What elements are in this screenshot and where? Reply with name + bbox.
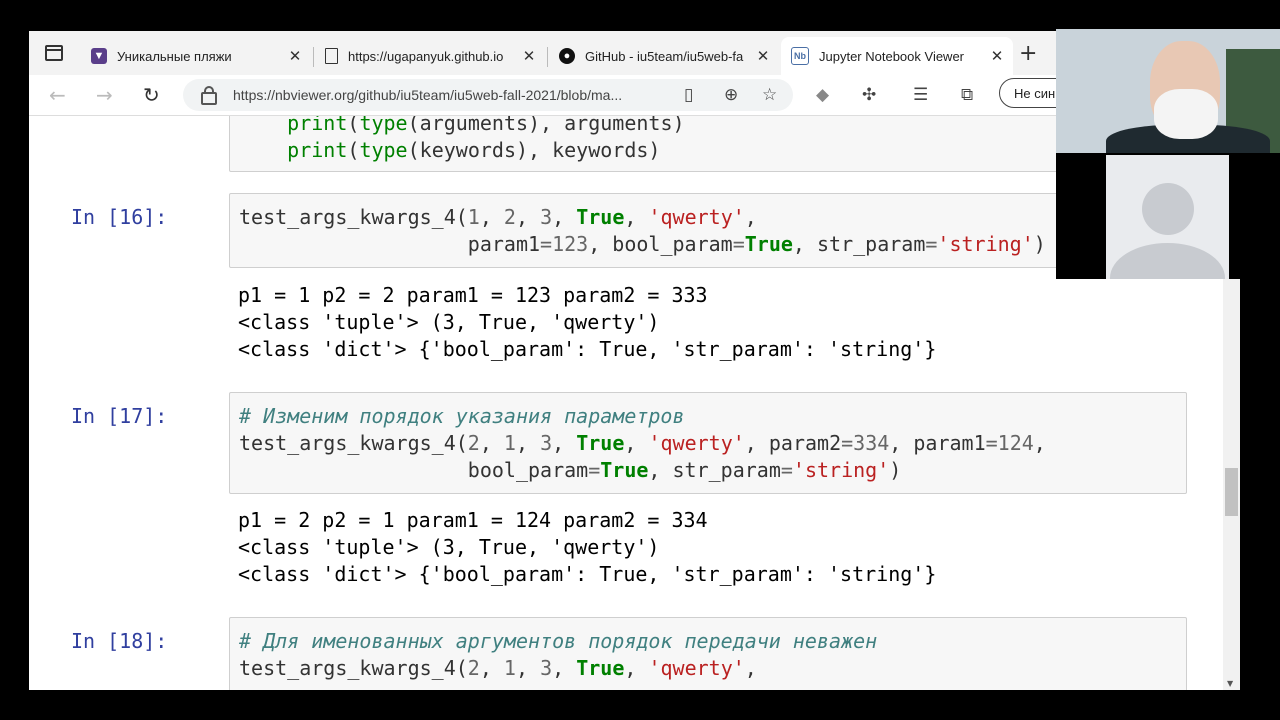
code-cell-18[interactable]: # Для именованных аргументов порядок пер… xyxy=(229,617,1187,690)
cell-17-prompt: In [17]: xyxy=(71,404,168,428)
notebook-content: print(type(arguments), arguments) print(… xyxy=(29,116,1223,690)
favorites-icon[interactable]: ☰ xyxy=(913,85,928,105)
code-cell-17[interactable]: # Изменим порядок указания параметров te… xyxy=(229,392,1187,494)
code-comment: # Для именованных аргументов порядок пер… xyxy=(239,629,878,653)
code-comment: # Изменим порядок указания параметров xyxy=(239,404,685,428)
shield-icon[interactable]: ◆ xyxy=(816,85,829,105)
nbviewer-icon: Nb xyxy=(791,47,809,65)
tab-2-title: https://ugapanyuk.github.io xyxy=(348,48,504,64)
user-shield-icon: ▼ xyxy=(91,48,107,64)
tab-3-title: GitHub - iu5team/iu5web-fa xyxy=(585,48,744,64)
avatar-head-icon xyxy=(1142,183,1194,235)
scrollbar-thumb[interactable] xyxy=(1225,468,1238,516)
zoom-icon[interactable]: ⊕ xyxy=(724,85,738,105)
tab-4[interactable]: Nb Jupyter Notebook Viewer ✕ xyxy=(781,37,1013,75)
close-icon[interactable]: ✕ xyxy=(519,47,539,65)
presenter-video xyxy=(1056,29,1280,153)
scroll-down-icon[interactable]: ▼ xyxy=(1227,679,1233,688)
lock-icon xyxy=(201,85,217,105)
close-icon[interactable]: ✕ xyxy=(285,47,305,65)
face-mask xyxy=(1154,89,1218,139)
tab-1-title: Уникальные пляжи xyxy=(117,48,232,64)
add-favorite-icon[interactable]: ☆ xyxy=(762,85,777,105)
address-bar[interactable]: https://nbviewer.org/github/iu5team/iu5w… xyxy=(183,79,793,111)
cell-18-prompt: In [18]: xyxy=(71,629,168,653)
tab-3[interactable]: ● GitHub - iu5team/iu5web-fa ✕ xyxy=(549,37,779,75)
close-icon[interactable]: ✕ xyxy=(753,47,773,65)
refresh-icon[interactable]: ↻ xyxy=(143,83,160,107)
cell-16-prompt: In [16]: xyxy=(71,205,168,229)
cell-16-output: p1 = 1 p2 = 2 param1 = 123 param2 = 333 … xyxy=(238,282,936,363)
tab-4-title: Jupyter Notebook Viewer xyxy=(819,48,965,64)
tab-1[interactable]: ▼ Уникальные пляжи ✕ xyxy=(81,37,311,75)
output-line: <class 'dict'> {'bool_param': True, 'str… xyxy=(238,562,937,586)
github-icon: ● xyxy=(559,48,575,64)
output-line: p1 = 2 p2 = 1 param1 = 124 param2 = 334 xyxy=(238,508,708,532)
tab-separator xyxy=(313,47,314,67)
code-cell-15-source: print(type(arguments), arguments) print(… xyxy=(287,116,685,162)
extensions-icon[interactable]: ✣ xyxy=(862,85,876,105)
code-cell-18-source: # Для именованных аргументов порядок пер… xyxy=(239,629,878,680)
tab-actions-button[interactable] xyxy=(29,31,79,75)
tab-separator xyxy=(547,47,548,67)
document-icon xyxy=(325,48,338,64)
output-line: p1 = 1 p2 = 2 param1 = 123 param2 = 333 xyxy=(238,283,708,307)
close-icon[interactable]: ✕ xyxy=(987,47,1007,65)
tab-actions-icon xyxy=(45,45,63,61)
code-cell-15[interactable]: print(type(arguments), arguments) print(… xyxy=(229,116,1187,172)
collections-icon[interactable]: ⧉ xyxy=(961,85,973,105)
back-icon[interactable]: ← xyxy=(49,83,66,107)
output-line: <class 'dict'> {'bool_param': True, 'str… xyxy=(238,337,937,361)
cell-17-output: p1 = 2 p2 = 1 param1 = 124 param2 = 334 … xyxy=(238,507,936,588)
new-tab-icon[interactable]: + xyxy=(1019,41,1037,66)
forward-icon[interactable]: → xyxy=(96,83,113,107)
output-line: <class 'tuple'> (3, True, 'qwerty') xyxy=(238,535,660,559)
url-text: https://nbviewer.org/github/iu5team/iu5w… xyxy=(233,87,623,103)
participant-avatar xyxy=(1106,155,1229,279)
reader-mode-icon[interactable]: ▯ xyxy=(684,85,693,105)
output-line: <class 'tuple'> (3, True, 'qwerty') xyxy=(238,310,660,334)
tab-2[interactable]: https://ugapanyuk.github.io ✕ xyxy=(315,37,545,75)
avatar-body-icon xyxy=(1110,243,1225,279)
code-cell-16-source: test_args_kwargs_4(1, 2, 3, True, 'qwert… xyxy=(239,205,1046,256)
webcam-overlay xyxy=(1056,29,1280,279)
code-cell-17-source: # Изменим порядок указания параметров te… xyxy=(239,404,1046,482)
code-cell-16[interactable]: test_args_kwargs_4(1, 2, 3, True, 'qwert… xyxy=(229,193,1187,268)
